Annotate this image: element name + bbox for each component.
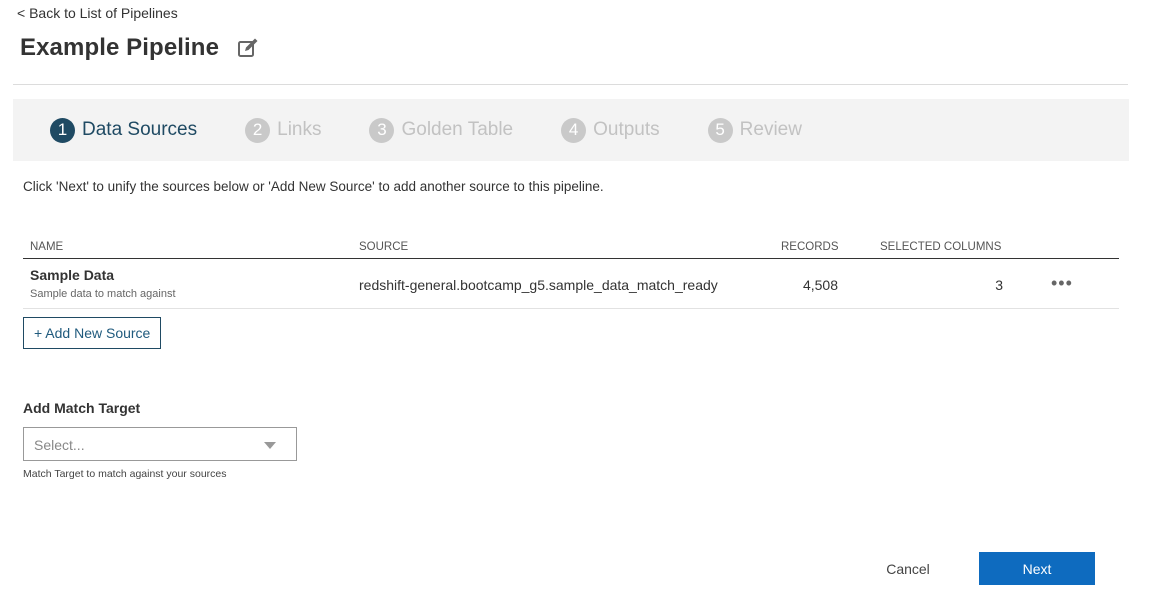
column-header-source: SOURCE (359, 241, 409, 253)
header-divider (13, 84, 1128, 85)
step-number: 4 (561, 117, 587, 143)
add-new-source-button[interactable]: + Add New Source (23, 317, 162, 349)
edit-icon[interactable] (237, 37, 259, 59)
column-header-name: NAME (30, 241, 64, 253)
step-outputs[interactable]: 4 Outputs (561, 117, 660, 143)
step-label: Links (277, 119, 322, 140)
step-number: 5 (707, 117, 733, 143)
more-options-icon[interactable]: ••• (1051, 273, 1073, 294)
next-button[interactable]: Next (979, 552, 1095, 585)
step-number: 1 (50, 117, 75, 143)
page-title: Example Pipeline (20, 34, 220, 61)
source-description: Sample data to match against (30, 288, 176, 300)
step-label: Data Sources (82, 119, 198, 140)
title-row: Example Pipeline (20, 34, 259, 62)
source-name: Sample Data (30, 267, 115, 283)
steps-bar: 1 Data Sources 2 Links 3 Golden Table 4 … (13, 99, 1129, 161)
select-placeholder: Select... (34, 437, 85, 453)
step-number: 2 (245, 117, 271, 143)
records-count: 4,508 (802, 277, 838, 293)
column-header-selected-columns: SELECTED COLUMNS (880, 241, 1002, 253)
step-data-sources[interactable]: 1 Data Sources (50, 117, 198, 143)
cancel-button[interactable]: Cancel (870, 552, 946, 585)
sources-table: NAME SOURCE RECORDS SELECTED COLUMNS Sam… (23, 240, 1119, 309)
chevron-down-icon (264, 442, 276, 449)
column-header-records: RECORDS (781, 241, 839, 253)
match-target-label: Add Match Target (23, 400, 141, 416)
step-label: Outputs (593, 119, 660, 140)
instructions-text: Click 'Next' to unify the sources below … (23, 179, 604, 194)
step-number: 3 (369, 117, 395, 143)
table-row: Sample Data Sample data to match against… (23, 259, 1119, 309)
match-target-helper: Match Target to match against your sourc… (23, 468, 227, 480)
step-review[interactable]: 5 Review (707, 117, 802, 143)
back-to-pipelines-link[interactable]: < Back to List of Pipelines (17, 5, 178, 21)
step-links[interactable]: 2 Links (245, 117, 322, 143)
step-label: Golden Table (401, 119, 514, 140)
step-label: Review (739, 119, 802, 140)
match-target-select[interactable]: Select... (23, 427, 297, 461)
table-header: NAME SOURCE RECORDS SELECTED COLUMNS (23, 240, 1119, 259)
selected-columns-count: 3 (995, 277, 1003, 293)
step-golden-table[interactable]: 3 Golden Table (369, 117, 514, 143)
source-path: redshift-general.bootcamp_g5.sample_data… (359, 277, 718, 293)
